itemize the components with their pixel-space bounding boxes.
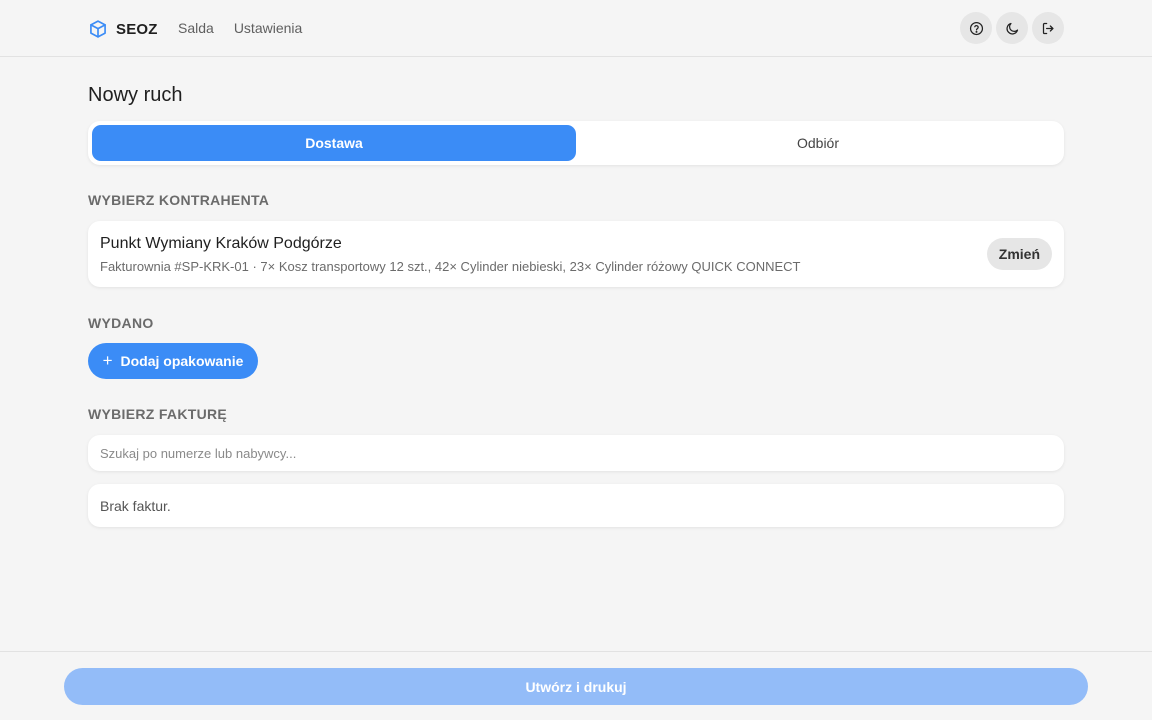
invoice-search-input[interactable] [88, 435, 1064, 471]
contractor-card: Punkt Wymiany Kraków Podgórze Fakturowni… [88, 221, 1064, 287]
top-bar: SEOZ Salda Ustawienia [0, 0, 1152, 57]
tab-dostawa[interactable]: Dostawa [92, 125, 576, 161]
invoice-section-label: WYBIERZ FAKTURĘ [88, 406, 228, 422]
tab-odbior[interactable]: Odbiór [576, 125, 1060, 161]
invoice-list-empty: Brak faktur. [88, 484, 1064, 527]
create-and-print-button[interactable]: Utwórz i drukuj [64, 668, 1088, 705]
footer-bar: Utwórz i drukuj [0, 651, 1152, 720]
empty-state-text: Brak faktur. [100, 498, 171, 514]
add-packaging-button[interactable]: + Dodaj opakowanie [88, 343, 258, 379]
nav-item-salda[interactable]: Salda [178, 20, 214, 36]
cube-icon [88, 19, 108, 39]
main-nav: Salda Ustawienia [178, 20, 302, 36]
change-contractor-button[interactable]: Zmień [986, 238, 1052, 270]
issued-section-label: WYDANO [88, 315, 154, 331]
contractor-section-label: WYBIERZ KONTRAHENTA [88, 192, 270, 208]
theme-toggle-button[interactable] [996, 12, 1028, 44]
nav-item-ustawienia[interactable]: Ustawienia [234, 20, 302, 36]
moon-icon [1005, 21, 1020, 36]
brand-name: SEOZ [116, 20, 158, 38]
page-title: Nowy ruch [88, 84, 183, 106]
contractor-name: Punkt Wymiany Kraków Podgórze [100, 235, 342, 252]
help-circle-icon [969, 21, 984, 36]
help-button[interactable] [960, 12, 992, 44]
add-packaging-label: Dodaj opakowanie [120, 353, 244, 369]
direction-tabs: Dostawa Odbiór [88, 121, 1064, 165]
header-actions [960, 12, 1064, 44]
contractor-description: Fakturownia #SP-KRK-01 · 7× Kosz transpo… [100, 259, 801, 274]
plus-icon: + [102, 350, 113, 370]
logout-icon [1041, 21, 1056, 36]
logout-button[interactable] [1032, 12, 1064, 44]
brand[interactable]: SEOZ [88, 18, 158, 40]
